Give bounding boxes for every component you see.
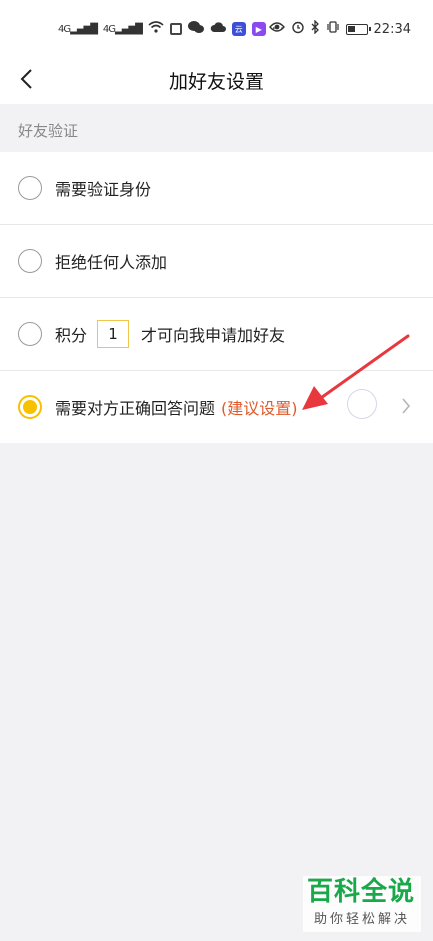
wifi-icon [148, 21, 164, 37]
annotation-arrow-icon [302, 334, 410, 410]
video-app-icon: ▶ [251, 22, 266, 36]
points-input[interactable]: 1 [97, 320, 130, 348]
option-require-identity[interactable]: 需要验证身份 [0, 152, 433, 225]
status-left: 4G▂▄▆█ 4G▂▄▆█ 云 ▶ ··· [58, 20, 284, 38]
radio-button[interactable] [18, 322, 42, 346]
option-label: 需要验证身份 [55, 180, 152, 199]
option-label: 拒绝任何人添加 [55, 253, 168, 272]
signal-icon-1: 4G▂▄▆█ [58, 23, 98, 35]
watermark: 百科全说 助你轻松解决 [303, 876, 421, 932]
wechat-icon [187, 20, 204, 38]
status-right: 22:34 [268, 19, 411, 38]
nav-bar: 加好友设置 [0, 54, 433, 104]
page-title: 加好友设置 [168, 71, 264, 93]
suggestion-note: (建议设置) [221, 399, 298, 418]
clock-time: 22:34 [373, 21, 411, 37]
option-label: 需要对方正确回答问题 [55, 399, 216, 418]
signal-icon-2: 4G▂▄▆█ [102, 23, 143, 35]
alarm-icon [291, 20, 305, 38]
stop-icon [169, 23, 182, 35]
vibrate-icon [326, 20, 340, 38]
section-header-friend-verification: 好友验证 [0, 104, 433, 152]
status-bar: 4G▂▄▆█ 4G▂▄▆█ 云 ▶ ··· 22:34 [0, 0, 433, 54]
option-label-prefix: 积分 [55, 326, 88, 345]
battery-icon [345, 23, 371, 35]
option-label-suffix: 才可向我申请加好友 [141, 326, 286, 345]
watermark-sub-text: 助你轻松解决 [313, 912, 410, 927]
bluetooth-icon [311, 19, 320, 38]
watermark-main-text: 百科全说 [307, 877, 416, 907]
radio-button[interactable] [18, 249, 42, 273]
radio-button-selected[interactable] [18, 395, 42, 419]
radio-button[interactable] [18, 176, 42, 200]
app-badge-icon: 云 [231, 22, 246, 36]
cloud-icon [210, 21, 226, 37]
eye-icon [268, 21, 285, 37]
option-reject-all[interactable]: 拒绝任何人添加 [0, 225, 433, 298]
